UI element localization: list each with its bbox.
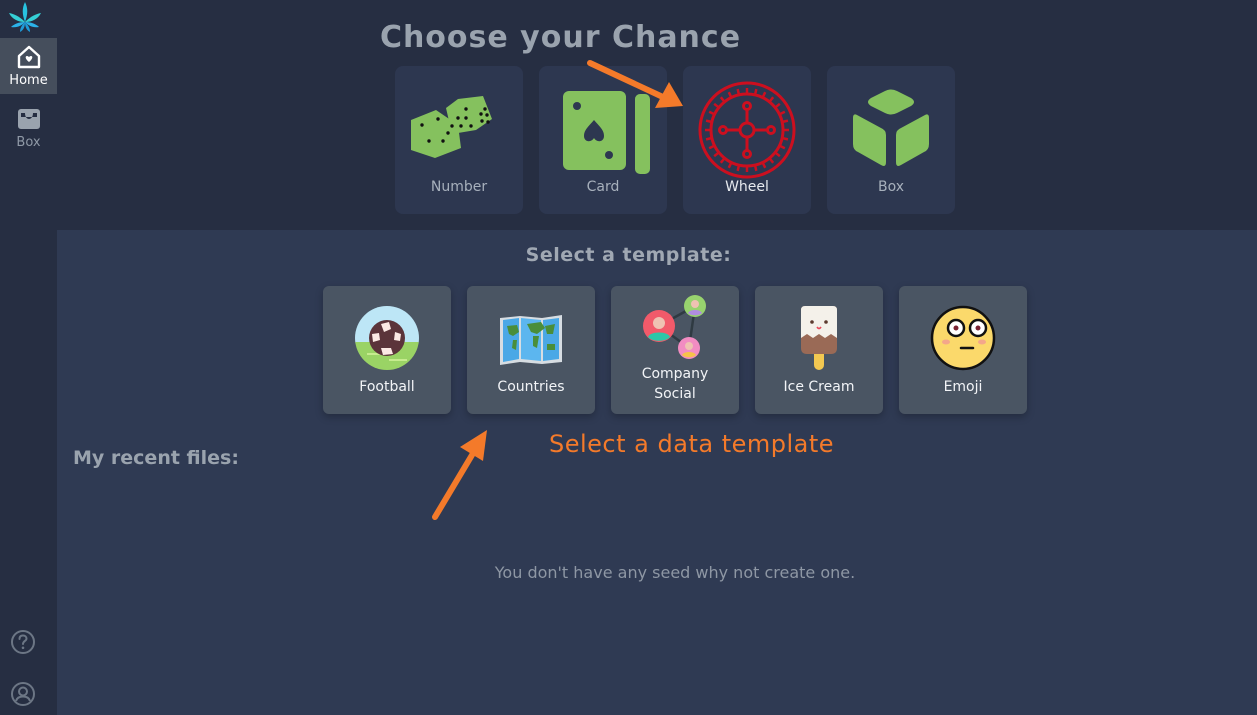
chance-card-number[interactable]: Number (395, 66, 523, 214)
template-card-ice-cream[interactable]: Ice Cream (755, 286, 883, 414)
chance-label: Card (586, 179, 620, 195)
wheel-tick (774, 102, 781, 109)
wheel-tick (761, 161, 767, 169)
wheel-tick (736, 164, 741, 172)
template-card-countries[interactable]: Countries (467, 286, 595, 414)
wheel-tick (768, 157, 775, 164)
wheel-tick (727, 161, 733, 169)
sidebar-item-label: Box (16, 135, 41, 150)
cube-icon (853, 89, 929, 166)
chance-card-wheel[interactable]: Wheel (683, 66, 811, 214)
world-map-icon (500, 315, 562, 365)
wheel-tick (719, 96, 726, 103)
recent-files-title: My recent files: (73, 447, 239, 469)
wheel-tick (753, 164, 758, 172)
template-section-title: Select a template: (525, 244, 732, 266)
chance-card-card[interactable]: Card (539, 66, 667, 214)
template-card-football[interactable]: Football (323, 286, 451, 414)
wheel-tick (778, 144, 786, 150)
user-circle-icon[interactable] (10, 681, 36, 707)
template-label: Social (654, 386, 696, 402)
sidebar-item-label: Home (9, 73, 48, 88)
social-network-icon (643, 295, 706, 359)
wheel-tick (781, 119, 789, 124)
wheel-tick (705, 136, 713, 141)
wheel-tick (705, 119, 713, 124)
emoji-face-icon (930, 305, 996, 371)
roulette-wheel-icon (698, 81, 796, 179)
chance-label: Box (877, 179, 905, 195)
football-icon (355, 306, 419, 370)
chance-label: Wheel (725, 179, 769, 195)
wheel-tick (753, 88, 758, 96)
wheel-tick (781, 136, 789, 141)
wheel-tick (727, 91, 733, 99)
template-label: Football (359, 379, 415, 395)
template-label: Emoji (943, 379, 983, 395)
annotation-text: Select a data template (549, 430, 835, 458)
wheel-tick (708, 110, 716, 116)
wheel-tick (774, 151, 781, 158)
wheel-tick (713, 151, 720, 158)
help-circle-icon[interactable] (10, 629, 36, 655)
wheel-tick (719, 157, 726, 164)
template-label: Countries (497, 379, 565, 395)
playing-card-icon (563, 91, 650, 174)
wheel-tick (778, 110, 786, 116)
template-card-company-social[interactable]: Company Social (611, 286, 739, 414)
sidebar: Home Box (0, 0, 57, 715)
template-card-emoji[interactable]: Emoji (899, 286, 1027, 414)
wheel-tick (768, 96, 775, 103)
sidebar-item-box[interactable]: Box (0, 100, 57, 156)
empty-state-message: You don't have any seed why not create o… (494, 563, 856, 582)
wheel-tick (708, 144, 716, 150)
ice-cream-icon (801, 306, 837, 370)
page-title: Choose your Chance (379, 20, 742, 55)
inbox-tray-icon (17, 109, 40, 129)
chance-card-box[interactable]: Box (827, 66, 955, 214)
wheel-tick (736, 88, 741, 96)
dice-icon (411, 96, 492, 158)
template-label: Company (641, 366, 709, 382)
template-label: Ice Cream (783, 379, 855, 395)
wheel-tick (761, 91, 767, 99)
wheel-tick (713, 102, 720, 109)
chance-label: Number (430, 179, 488, 195)
